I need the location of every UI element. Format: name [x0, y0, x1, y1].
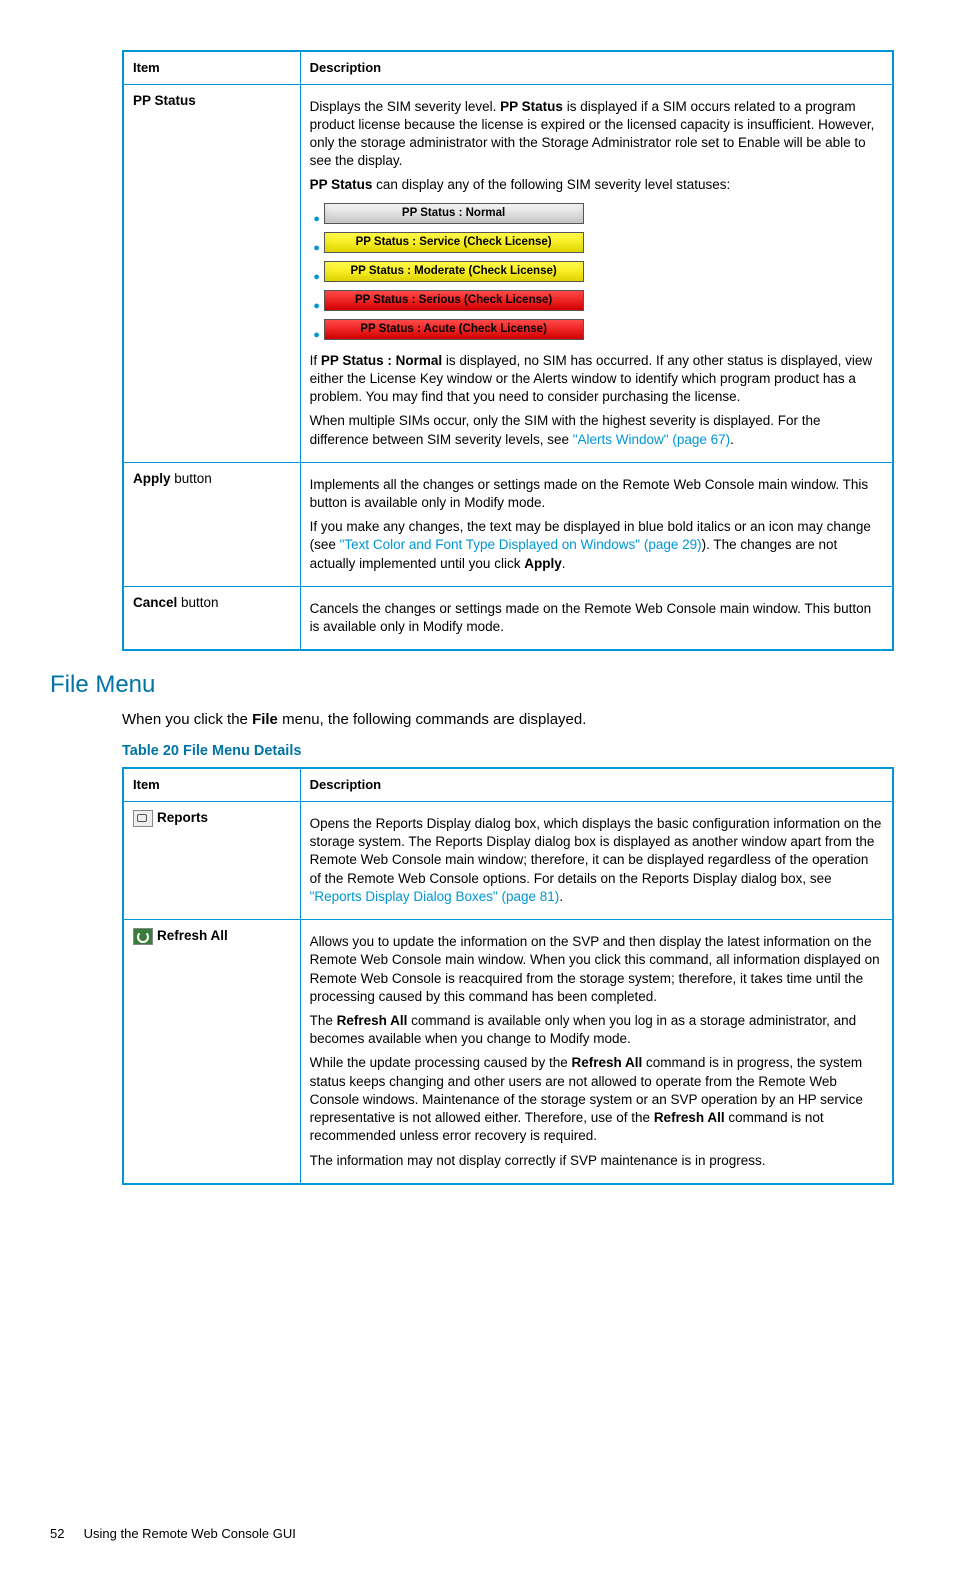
link-text-color[interactable]: "Text Color and Font Type Displayed on W… — [340, 537, 702, 552]
para: Displays the SIM severity level. PP Stat… — [310, 98, 883, 171]
status-badge: PP Status : Normal — [324, 203, 584, 224]
th-item: Item — [123, 51, 300, 84]
table-file-menu-details: Item Description Reports Opens the Repor… — [122, 767, 894, 1184]
table-row: Cancel button Cancels the changes or set… — [123, 586, 893, 650]
table-row: Reports Opens the Reports Display dialog… — [123, 802, 893, 920]
table-item-description-1: Item Description PP Status Displays the … — [122, 50, 894, 651]
th-item: Item — [123, 768, 300, 801]
para: The information may not display correctl… — [310, 1152, 883, 1170]
page-footer: 52 Using the Remote Web Console GUI — [50, 1525, 894, 1543]
bullet-icon: ● — [310, 212, 324, 227]
para: Allows you to update the information on … — [310, 933, 883, 1006]
refresh-icon — [133, 928, 153, 945]
status-badge: PP Status : Serious (Check License) — [324, 290, 584, 311]
para: Implements all the changes or settings m… — [310, 476, 883, 512]
table-row: Refresh All Allows you to update the inf… — [123, 920, 893, 1184]
row-label: PP Status — [133, 93, 196, 108]
page-number: 52 — [50, 1525, 80, 1543]
bullet-icon: ● — [310, 241, 324, 256]
para: If you make any changes, the text may be… — [310, 518, 883, 573]
table-title: Table 20 File Menu Details — [122, 742, 894, 762]
th-desc: Description — [300, 768, 893, 801]
bullet-icon: ● — [310, 299, 324, 314]
para: The Refresh All command is available onl… — [310, 1012, 883, 1048]
link-alerts-window[interactable]: "Alerts Window" (page 67) — [573, 432, 730, 447]
link-reports-display[interactable]: "Reports Display Dialog Boxes" (page 81) — [310, 889, 560, 904]
para: Cancels the changes or settings made on … — [310, 600, 883, 636]
status-badge: PP Status : Moderate (Check License) — [324, 261, 584, 282]
section-heading: File Menu — [50, 669, 894, 701]
row-label: Reports — [157, 810, 208, 825]
para: If PP Status : Normal is displayed, no S… — [310, 352, 883, 407]
table-row: Apply button Implements all the changes … — [123, 462, 893, 586]
footer-text: Using the Remote Web Console GUI — [84, 1526, 296, 1541]
bullet-icon: ● — [310, 270, 324, 285]
status-badge: PP Status : Service (Check License) — [324, 232, 584, 253]
para: PP Status can display any of the followi… — [310, 176, 883, 194]
table-row: PP Status Displays the SIM severity leve… — [123, 84, 893, 462]
th-desc: Description — [300, 51, 893, 84]
row-label: Refresh All — [157, 928, 228, 943]
para: Opens the Reports Display dialog box, wh… — [310, 815, 883, 906]
reports-icon — [133, 810, 153, 827]
para: When multiple SIMs occur, only the SIM w… — [310, 412, 883, 448]
intro-text: When you click the File menu, the follow… — [122, 710, 894, 730]
bullet-icon: ● — [310, 328, 324, 343]
status-badge: PP Status : Acute (Check License) — [324, 319, 584, 340]
para: While the update processing caused by th… — [310, 1054, 883, 1145]
